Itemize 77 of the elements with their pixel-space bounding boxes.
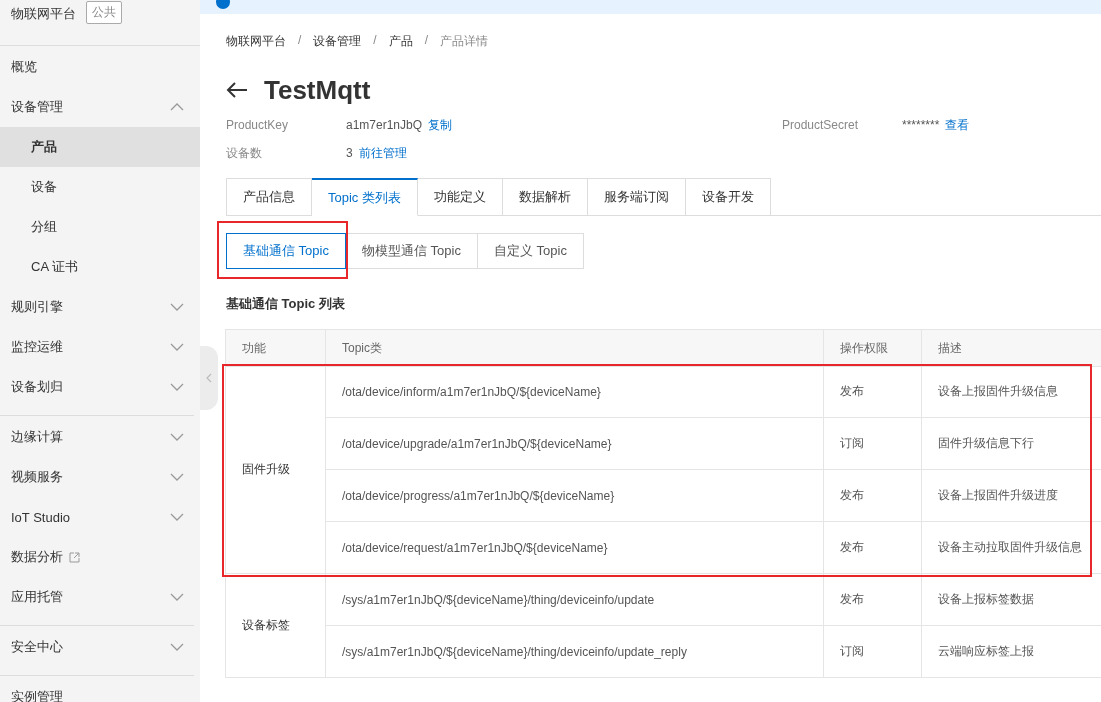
field-value: a1m7er1nJbQ (346, 118, 423, 132)
nav-subitem[interactable]: 产品 (0, 127, 200, 167)
sub-tab[interactable]: 基础通信 Topic (226, 233, 346, 269)
menu-group[interactable]: IoT Studio (0, 497, 194, 537)
field-label: 设备数 (226, 144, 263, 162)
field-link[interactable]: 查看 (945, 116, 970, 134)
table-cell: /ota/device/progress/a1m7er1nJbQ/${deviceName} (326, 470, 824, 522)
table-cell: 发布 (824, 574, 922, 626)
chevron-up-icon (170, 103, 184, 111)
table-cell: /ota/device/request/a1m7er1nJbQ/${deviceName} (326, 522, 824, 574)
chevron-down-icon (170, 433, 184, 441)
region-badge: 公共 (86, 1, 122, 24)
menu-group[interactable]: 应用托管 (0, 577, 194, 617)
table-cell: 云端响应标签上报 (922, 626, 1101, 678)
page-title: TestMqtt (264, 74, 371, 106)
nav-subitem[interactable]: CA 证书 (0, 247, 200, 287)
breadcrumb-link[interactable]: 物联网平台 (226, 33, 286, 50)
breadcrumb-separator: / (424, 33, 429, 49)
chevron-down-icon (170, 473, 184, 481)
sidebar-title: 物联网平台 (11, 5, 76, 23)
breadcrumb-separator: / (373, 33, 377, 49)
table-cell: 发布 (824, 522, 922, 574)
breadcrumb-link[interactable]: 设备管理 (313, 33, 362, 50)
tab[interactable]: 设备开发 (685, 178, 771, 215)
breadcrumb-link[interactable]: 产品 (388, 33, 413, 50)
table-cell: 设备标签 (226, 574, 326, 678)
table-cell: 订阅 (824, 626, 922, 678)
breadcrumb-current: 产品详情 (440, 33, 489, 50)
column-header: 描述 (922, 330, 1101, 367)
chevron-left-icon (206, 373, 212, 383)
collapse-handle[interactable] (200, 346, 218, 410)
table-cell: 固件升级信息下行 (922, 418, 1101, 470)
menu-group[interactable]: 设备划归 (0, 367, 194, 407)
tab[interactable]: 功能定义 (417, 178, 503, 215)
field-link[interactable]: 复制 (428, 116, 453, 134)
section-title: 基础通信 Topic 列表 (226, 295, 346, 313)
column-header: 功能 (226, 330, 326, 367)
table-cell: 设备上报标签数据 (922, 574, 1101, 626)
menu-group[interactable]: 边缘计算 (0, 417, 194, 457)
table-cell: /sys/a1m7er1nJbQ/${deviceName}/thing/deviceinfo/update_reply (326, 626, 824, 678)
column-header: 操作权限 (824, 330, 922, 367)
table-cell: 设备主动拉取固件升级信息 (922, 522, 1101, 574)
nav-subitem[interactable]: 设备 (0, 167, 200, 207)
tab[interactable]: 服务端订阅 (587, 178, 686, 215)
table-cell: /sys/a1m7er1nJbQ/${deviceName}/thing/deviceinfo/update (326, 574, 824, 626)
chevron-down-icon (170, 383, 184, 391)
breadcrumb-separator: / (298, 33, 302, 49)
field-label: ProductKey (226, 118, 290, 132)
menu-group[interactable]: 视频服务 (0, 457, 194, 497)
menu-group[interactable]: 规则引擎 (0, 287, 194, 327)
chevron-down-icon (170, 513, 184, 521)
field-value: 3 (346, 146, 353, 160)
table-cell: 设备上报固件升级进度 (922, 470, 1101, 522)
tab[interactable]: Topic 类列表 (312, 178, 418, 216)
nav-subitem[interactable]: 分组 (0, 207, 200, 247)
nav-item[interactable]: 数据分析 (0, 537, 194, 577)
table-cell: 订阅 (824, 418, 922, 470)
field-link[interactable]: 前往管理 (358, 144, 407, 162)
chevron-down-icon (170, 643, 184, 651)
tab[interactable]: 产品信息 (226, 178, 312, 215)
chevron-down-icon (170, 343, 184, 351)
field-label: ProductSecret (782, 118, 860, 132)
menu-group[interactable]: 设备管理 (0, 87, 194, 127)
back-arrow-icon[interactable] (226, 81, 248, 99)
table-cell: /ota/device/upgrade/a1m7er1nJbQ/${deviceName} (326, 418, 824, 470)
nav-item[interactable]: 概览 (0, 47, 194, 87)
chevron-down-icon (170, 593, 184, 601)
external-link-icon (69, 551, 80, 563)
table-cell: 发布 (824, 470, 922, 522)
menu-group[interactable]: 监控运维 (0, 327, 194, 367)
tab[interactable]: 数据解析 (502, 178, 588, 215)
field-value: ******** (902, 118, 940, 132)
sub-tab[interactable]: 自定义 Topic (476, 233, 584, 269)
chevron-down-icon (170, 303, 184, 311)
nav-item[interactable]: 实例管理 (0, 677, 194, 702)
menu-group[interactable]: 安全中心 (0, 627, 194, 667)
column-header: Topic类 (326, 330, 824, 367)
